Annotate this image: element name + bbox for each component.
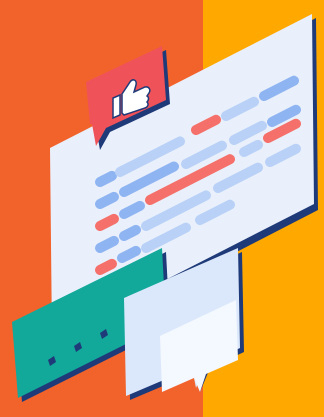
bar-row4-item1: [95, 235, 119, 253]
bar-row2-item1: [95, 191, 119, 209]
bar-row3-item1: [95, 213, 119, 231]
bar-row5-item1: [95, 258, 117, 275]
bar-row3-item4: [239, 139, 263, 157]
feedback-illustration: [0, 0, 324, 417]
bar-row1-item1: [95, 170, 117, 187]
illustration-canvas: [0, 0, 324, 417]
bar-row5-item2: [117, 245, 141, 263]
bar-row4-item2: [119, 224, 141, 241]
